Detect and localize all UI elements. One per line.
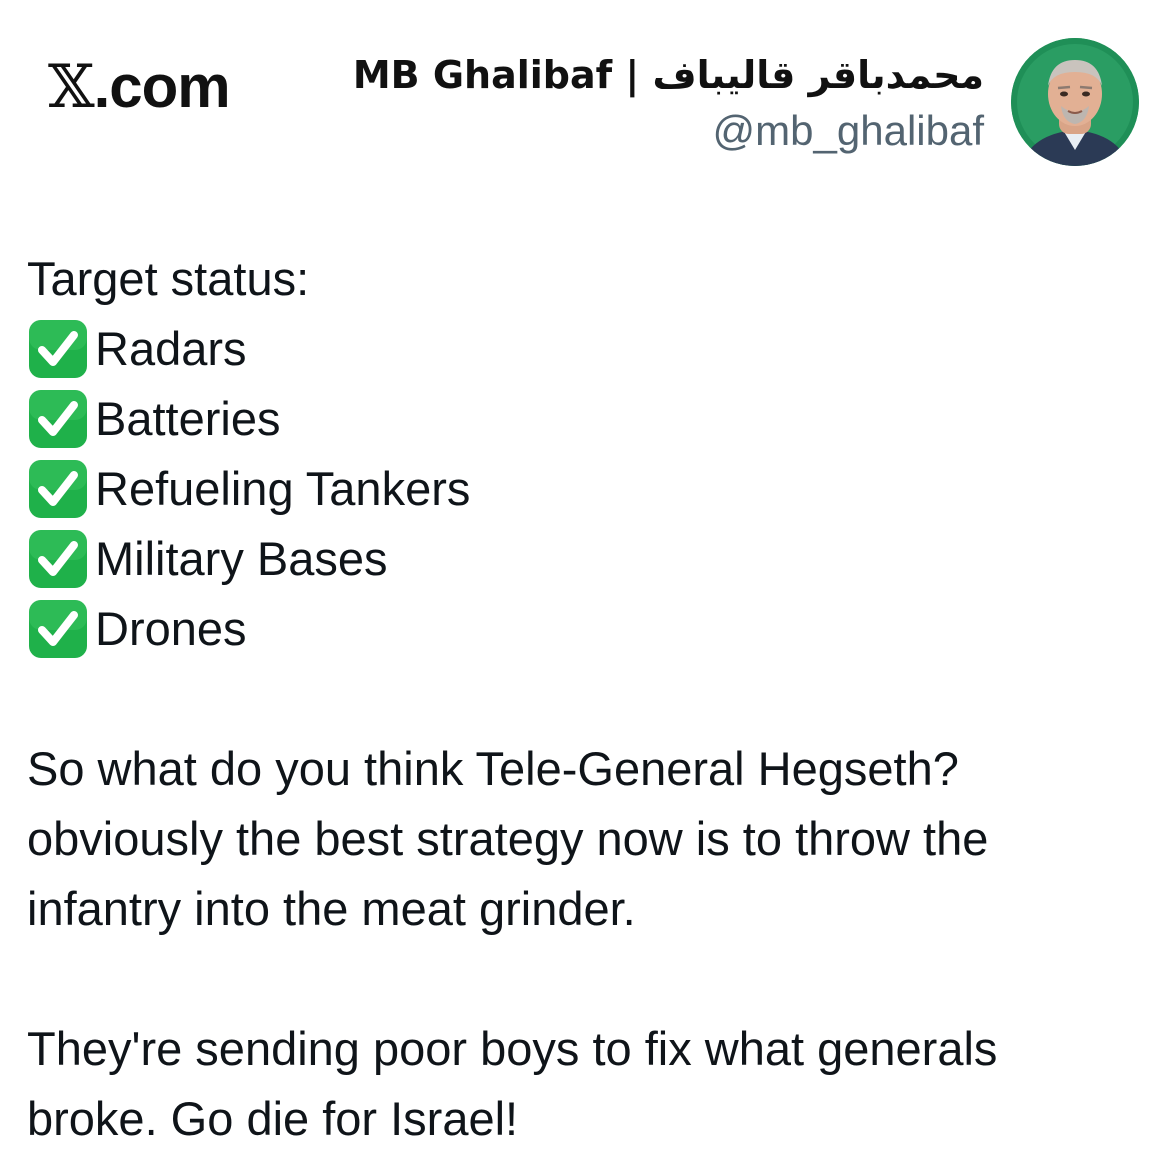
checklist-label: Radars <box>95 322 247 375</box>
brand-suffix: .com <box>93 53 231 120</box>
check-mark-button-icon <box>29 460 87 518</box>
checklist-item: Radars <box>27 314 1147 384</box>
tweet-author[interactable]: محمدباقر قالیباف | MB Ghalibaf @mb_ghali… <box>353 48 984 160</box>
checklist-item: Refueling Tankers <box>27 454 1147 524</box>
check-mark-button-icon <box>29 530 87 588</box>
checklist-label: Drones <box>95 602 247 655</box>
check-mark-button-icon <box>29 390 87 448</box>
checklist-label: Military Bases <box>95 532 388 585</box>
check-mark-button-icon <box>29 600 87 658</box>
x-com-logo: 𝕏.com <box>48 52 231 122</box>
x-logo-icon: 𝕏 <box>48 52 95 122</box>
tweet-text: Target status: Radars Batteries Refuelin… <box>27 244 1147 1154</box>
tweet-heading: Target status: <box>27 252 310 305</box>
checklist-item: Military Bases <box>27 524 1147 594</box>
paragraph-line: So what do you think Tele-General Hegset… <box>27 742 959 795</box>
checklist-label: Batteries <box>95 392 281 445</box>
author-display-name[interactable]: محمدباقر قالیباف | MB Ghalibaf <box>353 48 984 102</box>
checklist-item: Drones <box>27 594 1147 664</box>
paragraph-line: obviously the best strategy now is to th… <box>27 812 989 865</box>
paragraph-line: They're sending poor boys to fix what ge… <box>27 1022 998 1075</box>
author-handle[interactable]: @mb_ghalibaf <box>353 102 984 160</box>
checklist-item: Batteries <box>27 384 1147 454</box>
avatar[interactable] <box>1011 38 1139 166</box>
checklist-label: Refueling Tankers <box>95 462 471 515</box>
paragraph-line: broke. Go die for Israel! <box>27 1092 519 1145</box>
profile-photo-icon <box>1011 38 1139 166</box>
check-mark-button-icon <box>29 320 87 378</box>
paragraph-line: infantry into the meat grinder. <box>27 882 636 935</box>
